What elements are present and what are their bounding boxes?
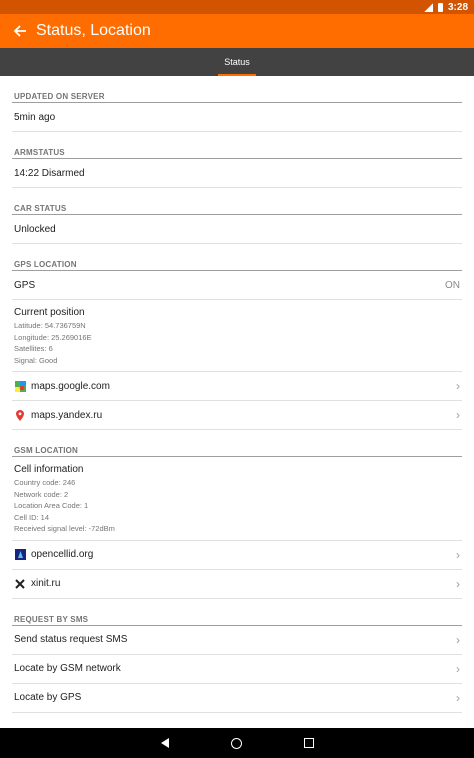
yandex-pin-icon xyxy=(14,409,26,421)
section-header-armstatus: ARMSTATUS xyxy=(12,132,462,159)
section-header-car-status: CAR STATUS xyxy=(12,188,462,215)
cell-information-block: Cell information Country code: 246 Netwo… xyxy=(12,457,462,541)
car-status-row: Unlocked xyxy=(12,215,462,244)
cell-information-title: Cell information xyxy=(14,464,84,475)
satellites-text: Satellites: 6 xyxy=(14,344,53,353)
updated-row: 5min ago xyxy=(12,103,462,132)
chevron-right-icon: › xyxy=(456,379,460,393)
section-header-gps: GPS LOCATION xyxy=(12,244,462,271)
google-maps-link[interactable]: maps.google.com › xyxy=(12,372,462,401)
chevron-right-icon: › xyxy=(456,547,460,562)
section-header-gsm: GSM LOCATION xyxy=(12,430,462,457)
chevron-right-icon: › xyxy=(456,576,460,591)
lac-text: Location Area Code: 1 xyxy=(14,501,89,510)
section-header-sms: REQUEST BY SMS xyxy=(12,599,462,626)
locate-gsm-label: Locate by GSM network xyxy=(14,663,121,674)
tab-bar: Status xyxy=(0,48,474,76)
arrow-back-icon[interactable] xyxy=(12,23,28,39)
country-code-text: Country code: 246 xyxy=(14,478,76,487)
current-position-title: Current position xyxy=(14,307,85,318)
locate-gsm-item[interactable]: Locate by GSM network › xyxy=(12,655,462,684)
armstatus-row: 14:22 Disarmed xyxy=(12,159,462,188)
google-maps-icon xyxy=(14,380,26,392)
yandex-maps-link[interactable]: maps.yandex.ru › xyxy=(12,401,462,430)
section-header-updated: UPDATED ON SERVER xyxy=(12,76,462,103)
signal-text: Signal: Good xyxy=(14,355,58,365)
locate-gps-item[interactable]: Locate by GPS › xyxy=(12,684,462,713)
signal-icon xyxy=(423,2,433,12)
system-nav-bar xyxy=(0,728,474,758)
chevron-right-icon: › xyxy=(456,632,460,647)
gps-state: ON xyxy=(445,279,460,291)
chevron-right-icon: › xyxy=(456,690,460,705)
current-position-block: Current position Latitude: 54.736759N Lo… xyxy=(12,300,462,372)
system-status-bar: 3:28 xyxy=(0,0,474,14)
opencellid-link[interactable]: opencellid.org › xyxy=(12,541,462,570)
xinit-icon xyxy=(14,578,26,590)
network-code-text: Network code: 2 xyxy=(14,489,69,499)
battery-icon xyxy=(437,2,443,12)
signal-level-text: Received signal level: -72dBm xyxy=(14,524,115,533)
updated-value: 5min ago xyxy=(14,111,56,123)
opencellid-icon xyxy=(14,549,26,561)
xinit-link[interactable]: xinit.ru › xyxy=(12,570,462,599)
chevron-right-icon: › xyxy=(456,408,460,422)
main-content: UPDATED ON SERVER 5min ago ARMSTATUS 14:… xyxy=(0,76,474,713)
send-status-sms-label: Send status request SMS xyxy=(14,634,128,645)
locate-gps-label: Locate by GPS xyxy=(14,692,82,703)
car-status-value: Unlocked xyxy=(14,223,56,235)
page-title: Status, Location xyxy=(36,22,151,39)
cell-id-text: Cell ID: 14 xyxy=(14,512,50,522)
send-status-sms-item[interactable]: Send status request SMS › xyxy=(12,626,462,655)
armstatus-value: 14:22 Disarmed xyxy=(14,167,85,179)
xinit-label: xinit.ru xyxy=(31,578,61,589)
latitude-text: Latitude: 54.736759N xyxy=(14,321,86,330)
nav-back-icon[interactable] xyxy=(160,738,169,748)
gps-label: GPS xyxy=(14,279,36,291)
google-maps-label: maps.google.com xyxy=(31,380,110,392)
longitude-text: Longitude: 25.269016E xyxy=(14,332,92,342)
gps-toggle-row[interactable]: GPS ON xyxy=(12,271,462,300)
yandex-maps-label: maps.yandex.ru xyxy=(31,409,103,421)
nav-home-icon[interactable] xyxy=(230,737,242,749)
tab-status[interactable]: Status xyxy=(218,48,256,76)
app-bar: Status, Location xyxy=(0,14,474,48)
opencellid-label: opencellid.org xyxy=(31,549,94,560)
chevron-right-icon: › xyxy=(456,661,460,676)
nav-recents-icon[interactable] xyxy=(303,738,314,748)
clock: 3:28 xyxy=(447,1,468,13)
